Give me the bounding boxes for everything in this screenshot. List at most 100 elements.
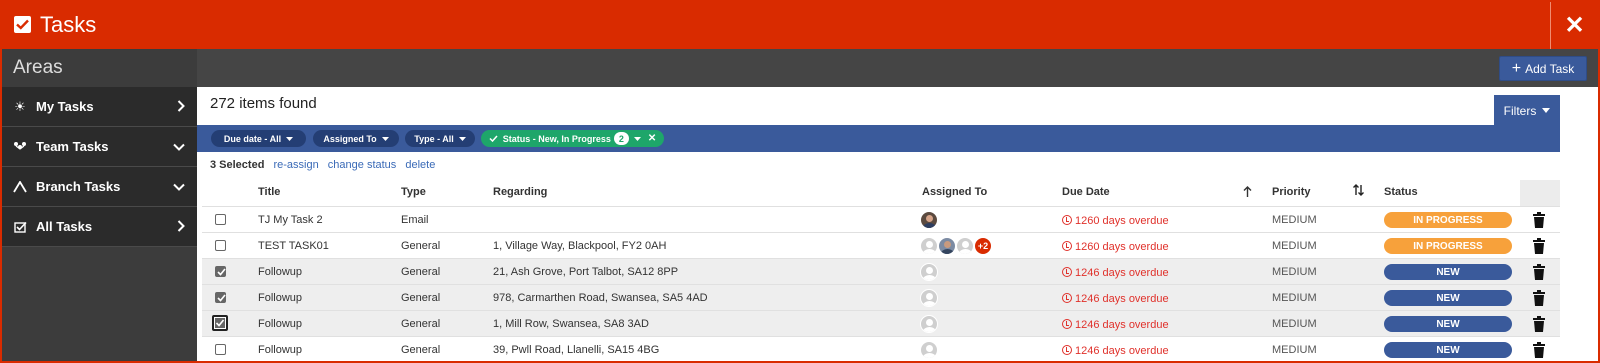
- filter-chip-label: Due date - All: [223, 133, 282, 144]
- clear-filter-icon[interactable]: ✕: [648, 133, 656, 144]
- trash-icon[interactable]: [1533, 290, 1545, 306]
- assignees[interactable]: +2: [920, 237, 992, 255]
- close-icon: ✕: [1564, 12, 1585, 39]
- due-date: 1246 days overdue: [1062, 318, 1169, 331]
- status-badge: NEW: [1384, 316, 1512, 332]
- task-title[interactable]: TEST TASK01: [258, 240, 329, 252]
- filter-chip-label: Type - All: [414, 133, 454, 144]
- row-checkbox[interactable]: [215, 344, 226, 355]
- column-header-regarding[interactable]: Regarding: [493, 186, 547, 198]
- check-icon: [217, 268, 226, 276]
- assignees[interactable]: [920, 289, 938, 307]
- priority-value: MEDIUM: [1272, 344, 1317, 356]
- assignees[interactable]: [920, 341, 938, 359]
- priority-value: MEDIUM: [1272, 240, 1317, 252]
- task-regarding[interactable]: 1, Mill Row, Swansea, SA8 3AD: [493, 318, 649, 330]
- clock-icon: [1062, 267, 1072, 277]
- due-date-text: 1246 days overdue: [1075, 267, 1169, 279]
- title-bar: Tasks ✕: [2, 2, 1598, 49]
- table-row[interactable]: TEST TASK01 General 1, Village Way, Blac…: [202, 232, 1560, 258]
- task-title[interactable]: Followup: [258, 344, 302, 356]
- sidebar-item-all-tasks[interactable]: All Tasks: [2, 207, 197, 247]
- team-icon: [12, 139, 28, 155]
- sort-toggle-icon[interactable]: [1353, 184, 1364, 196]
- add-task-button[interactable]: + Add Task: [1499, 56, 1587, 81]
- table-row[interactable]: Followup General 978, Carmarthen Road, S…: [202, 284, 1560, 310]
- branch-icon: [12, 179, 28, 195]
- tasks-icon: [12, 219, 28, 235]
- task-title[interactable]: TJ My Task 2: [258, 214, 323, 226]
- clock-icon: [1062, 319, 1072, 329]
- trash-icon[interactable]: [1533, 238, 1545, 254]
- caret-down-icon: [381, 136, 389, 141]
- table-row[interactable]: Followup General 1, Mill Row, Swansea, S…: [202, 310, 1560, 336]
- row-checkbox[interactable]: [212, 315, 228, 331]
- results-count: 272 items found: [210, 95, 317, 112]
- trash-icon[interactable]: [1533, 342, 1545, 358]
- table-row[interactable]: Followup General 39, Pwll Road, Llanelli…: [202, 336, 1560, 361]
- table-row[interactable]: Followup General 21, Ash Grove, Port Tal…: [202, 258, 1560, 284]
- task-title[interactable]: Followup: [258, 266, 302, 278]
- clock-icon: [1062, 293, 1072, 303]
- task-regarding[interactable]: 39, Pwll Road, Llanelli, SA15 4BG: [493, 344, 659, 356]
- avatar: [920, 237, 938, 255]
- trash-icon[interactable]: [1533, 212, 1545, 228]
- selected-count: 3 Selected: [210, 159, 265, 171]
- task-regarding[interactable]: 1, Village Way, Blackpool, FY2 0AH: [493, 240, 666, 252]
- status-badge: NEW: [1384, 264, 1512, 280]
- column-header-due-date[interactable]: Due Date: [1062, 186, 1110, 198]
- sidebar-item-team-tasks[interactable]: Team Tasks: [2, 127, 197, 167]
- row-checkbox[interactable]: [215, 214, 226, 225]
- row-checkbox[interactable]: [215, 240, 226, 251]
- chevron-down-icon: [173, 183, 185, 191]
- trash-icon[interactable]: [1533, 264, 1545, 280]
- column-header-title[interactable]: Title: [258, 186, 280, 198]
- filters-button[interactable]: Filters: [1494, 95, 1560, 126]
- sidebar-item-branch-tasks[interactable]: Branch Tasks: [2, 167, 197, 207]
- assignees[interactable]: [920, 263, 938, 281]
- more-assignees-badge[interactable]: +2: [974, 237, 992, 255]
- change-status-link[interactable]: change status: [328, 159, 397, 171]
- trash-icon[interactable]: [1533, 316, 1545, 332]
- clock-icon: [1062, 215, 1072, 225]
- sidebar-heading: Areas: [13, 57, 63, 78]
- check-icon: [217, 294, 226, 302]
- sidebar-item-my-tasks[interactable]: ☀ My Tasks: [2, 87, 197, 127]
- column-header-priority[interactable]: Priority: [1272, 186, 1311, 198]
- filter-chip-assigned-to[interactable]: Assigned To: [313, 130, 399, 147]
- tasks-window: Tasks ✕ Areas ☀ My Tasks Team Tasks Bran…: [0, 0, 1600, 363]
- priority-value: MEDIUM: [1272, 292, 1317, 304]
- column-header-status[interactable]: Status: [1384, 186, 1418, 198]
- assignees[interactable]: [920, 211, 938, 229]
- close-button[interactable]: ✕: [1550, 2, 1598, 49]
- filter-chip-status[interactable]: Status - New, In Progress 2 ✕: [481, 130, 664, 147]
- task-type: General: [401, 240, 441, 252]
- delete-link[interactable]: delete: [405, 159, 435, 171]
- due-date: 1260 days overdue: [1062, 214, 1169, 227]
- filter-chip-label: Status - New, In Progress: [502, 133, 611, 144]
- sun-icon: ☀: [14, 99, 26, 114]
- checkbox-icon: [14, 16, 31, 33]
- task-title[interactable]: Followup: [258, 292, 302, 304]
- filter-chip-due-date[interactable]: Due date - All: [211, 130, 306, 147]
- column-header-type[interactable]: Type: [401, 186, 426, 198]
- column-header-assigned-to[interactable]: Assigned To: [922, 186, 987, 198]
- reassign-link[interactable]: re-assign: [273, 159, 318, 171]
- check-icon: [215, 318, 225, 328]
- status-badge: NEW: [1384, 290, 1512, 306]
- caret-down-icon: [1542, 108, 1551, 113]
- status-badge: NEW: [1384, 342, 1512, 358]
- due-date-text: 1260 days overdue: [1075, 215, 1169, 227]
- table-row[interactable]: TJ My Task 2 Email 1260 days overdue MED…: [202, 206, 1560, 232]
- task-regarding[interactable]: 21, Ash Grove, Port Talbot, SA12 8PP: [493, 266, 678, 278]
- chevron-right-icon: [177, 100, 185, 112]
- assignees[interactable]: [920, 315, 938, 333]
- row-checkbox[interactable]: [215, 292, 226, 303]
- filter-count-badge: 2: [613, 132, 629, 145]
- row-checkbox[interactable]: [215, 266, 226, 277]
- sort-arrow-up-icon[interactable]: [1243, 186, 1252, 197]
- clock-icon: [1062, 345, 1072, 355]
- task-title[interactable]: Followup: [258, 318, 302, 330]
- filter-chip-type[interactable]: Type - All: [405, 130, 475, 147]
- task-regarding[interactable]: 978, Carmarthen Road, Swansea, SA5 4AD: [493, 292, 708, 304]
